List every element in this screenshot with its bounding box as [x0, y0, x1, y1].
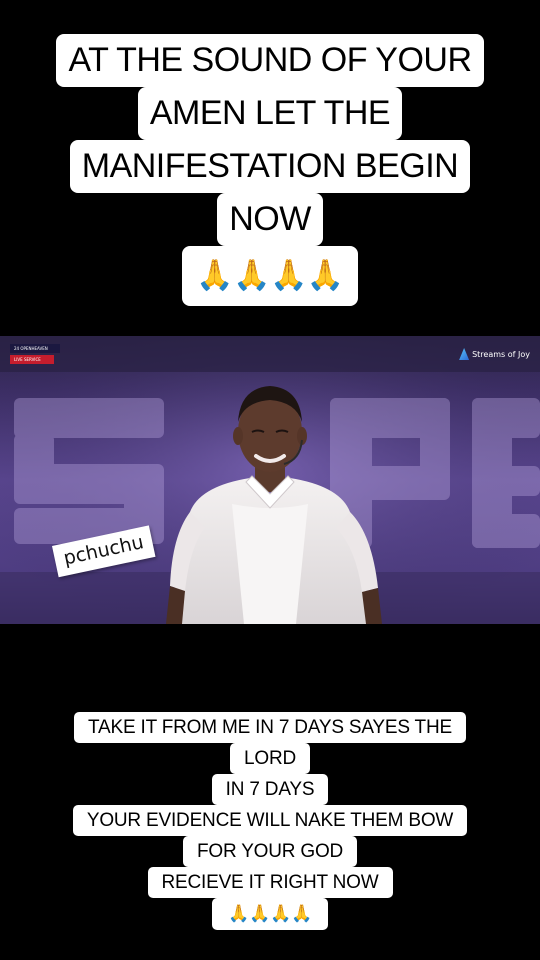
top-caption-line-2: AMEN LET THE: [137, 87, 403, 140]
praying-hands-icon-row: 🙏🙏🙏🙏: [182, 246, 358, 306]
top-caption: AT THE SOUND OF YOUR AMEN LET THE MANIFE…: [0, 34, 540, 306]
video-frame[interactable]: 24 OPENHEAVEN LIVE SERVICE Streams of Jo…: [0, 336, 540, 624]
channel-logo: Streams of Joy: [459, 348, 530, 360]
bottom-caption: TAKE IT FROM ME IN 7 DAYS SAYES THE LORD…: [0, 712, 540, 930]
bottom-caption-line-2: LORD: [230, 743, 310, 774]
top-caption-line-3: MANIFESTATION BEGIN: [69, 140, 471, 193]
bottom-caption-line-6: RECIEVE IT RIGHT NOW: [147, 867, 393, 898]
streams-of-joy-logo-icon: [459, 348, 470, 360]
bottom-caption-line-3: IN 7 DAYS: [211, 774, 329, 805]
broadcast-tag-live: LIVE SERVICE: [10, 355, 54, 364]
top-caption-line-1: AT THE SOUND OF YOUR: [56, 34, 484, 87]
stage-scene: [0, 336, 540, 624]
top-caption-line-4: NOW: [217, 193, 323, 246]
channel-name: Streams of Joy: [472, 349, 530, 359]
bottom-caption-line-1: TAKE IT FROM ME IN 7 DAYS SAYES THE: [74, 712, 466, 743]
broadcast-tag-primary: 24 OPENHEAVEN: [10, 344, 60, 353]
broadcast-tag: 24 OPENHEAVEN LIVE SERVICE: [10, 344, 60, 364]
bottom-caption-line-5: FOR YOUR GOD: [182, 836, 358, 867]
praying-hands-icon-row-bottom: 🙏🙏🙏🙏: [212, 898, 328, 930]
bottom-caption-line-4: YOUR EVIDENCE WILL NAKE THEM BOW: [72, 805, 468, 836]
